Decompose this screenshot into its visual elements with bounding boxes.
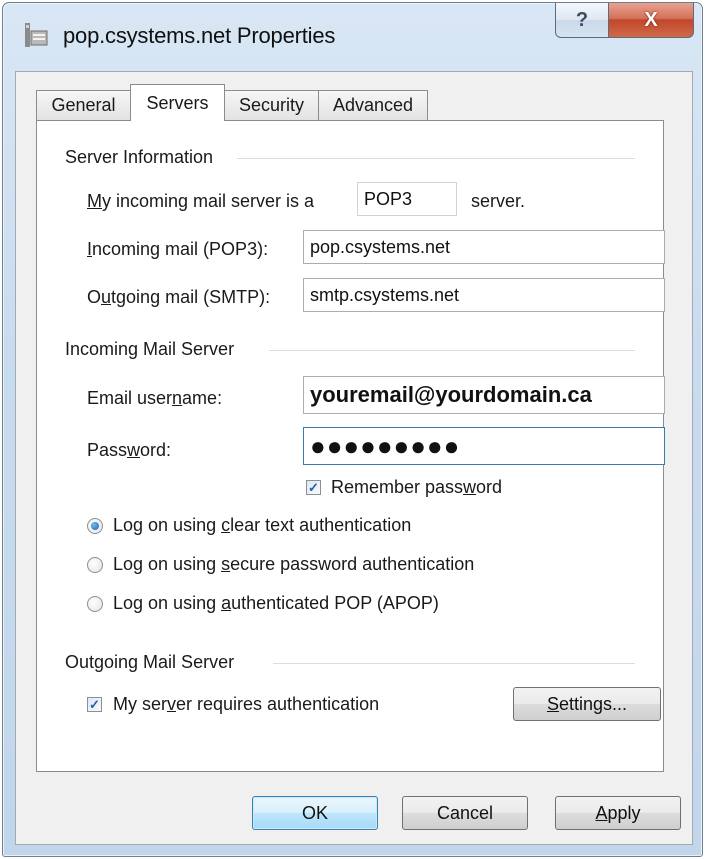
- checkmark-icon: ✓: [308, 480, 319, 495]
- password-label-mnemonic: w: [127, 440, 141, 460]
- tab-security-label: Security: [238, 95, 305, 115]
- server-type-label-text: y incoming mail server is a: [102, 191, 315, 211]
- server-type-label: My incoming mail server is a: [87, 191, 314, 212]
- tab-servers-label: Servers: [146, 92, 209, 113]
- clear-text-auth-label-start: Log on using: [113, 515, 222, 535]
- outgoing-server-label: Outgoing mail (SMTP):: [87, 287, 270, 308]
- requires-auth-label[interactable]: My server requires authentication: [113, 694, 379, 715]
- server-information-divider: [237, 158, 635, 159]
- server-type-label-mnemonic: M: [87, 191, 102, 211]
- close-button[interactable]: X: [609, 3, 694, 38]
- secure-password-auth-radio[interactable]: [87, 557, 103, 573]
- email-username-label-text: ame:: [182, 388, 223, 408]
- secure-password-auth-label-start: Log on using: [113, 554, 222, 574]
- password-label: Password:: [87, 440, 171, 461]
- email-username-label-start: Email user: [87, 388, 173, 408]
- email-username-label-mnemonic: n: [172, 388, 183, 408]
- remember-password-label[interactable]: Remember password: [331, 477, 502, 498]
- server-type-suffix: server.: [471, 191, 526, 211]
- help-button[interactable]: ?: [555, 3, 609, 38]
- email-username-input[interactable]: youremail@yourdomain.ca: [303, 376, 665, 414]
- requires-auth-checkbox[interactable]: ✓: [87, 697, 102, 712]
- apply-button[interactable]: Apply: [555, 796, 681, 830]
- incoming-server-label: Incoming mail (POP3):: [87, 239, 268, 260]
- apop-auth-label-text: uthenticated POP (APOP): [231, 593, 439, 613]
- server-type-field: POP3: [357, 182, 457, 216]
- clear-text-auth-radio[interactable]: [87, 518, 103, 534]
- settings-button-mnemonic: S: [546, 693, 559, 714]
- incoming-mail-server-heading: Incoming Mail Server: [65, 339, 235, 359]
- outgoing-server-input[interactable]: smtp.csystems.net: [303, 278, 665, 312]
- password-label-text: ord:: [140, 440, 172, 460]
- settings-button-label-text: ttings...: [569, 693, 628, 714]
- outgoing-mail-server-heading: Outgoing Mail Server: [65, 652, 235, 672]
- remember-password-label-mnemonic: w: [463, 477, 477, 497]
- dialog-client-area: General Servers Security Advanced Server…: [15, 71, 693, 845]
- apop-auth-label[interactable]: Log on using authenticated POP (APOP): [113, 593, 439, 614]
- password-label-start: Pass: [87, 440, 128, 460]
- help-icon: ?: [575, 8, 589, 31]
- checkmark-icon: ✓: [89, 697, 100, 712]
- apply-button-mnemonic: A: [595, 802, 608, 823]
- properties-dialog: pop.csystems.net Properties ? X General …: [2, 2, 703, 857]
- properties-window-icon: [25, 23, 48, 47]
- settings-button[interactable]: Se ttings...: [513, 687, 661, 721]
- tab-advanced[interactable]: Advanced: [318, 90, 428, 120]
- outgoing-server-label-start: O: [87, 287, 102, 307]
- password-input[interactable]: ●●●●●●●●●: [303, 427, 665, 465]
- secure-password-auth-label-text: ecure password authentication: [230, 554, 475, 574]
- incoming-mail-server-divider: [269, 350, 635, 351]
- clear-text-auth-label-text: lear text authentication: [230, 515, 412, 535]
- remember-password-label-start: Remember pass: [331, 477, 464, 497]
- apop-auth-label-start: Log on using: [113, 593, 222, 613]
- secure-password-auth-label[interactable]: Log on using secure password authenticat…: [113, 554, 474, 575]
- window-title: pop.csystems.net Properties: [63, 23, 336, 48]
- requires-auth-label-mnemonic: v: [167, 694, 176, 714]
- cancel-button[interactable]: Cancel: [402, 796, 528, 830]
- incoming-server-input[interactable]: pop.csystems.net: [303, 230, 665, 264]
- email-username-label: Email username:: [87, 388, 222, 409]
- tab-general[interactable]: General: [36, 90, 131, 120]
- outgoing-server-label-text: tgoing mail (SMTP):: [111, 287, 271, 307]
- requires-auth-label-text: er requires authentication: [176, 694, 380, 714]
- outgoing-mail-server-divider: [273, 663, 635, 664]
- close-icon: X: [644, 8, 658, 31]
- incoming-server-label-text: ncoming mail (POP3):: [92, 239, 269, 259]
- server-information-heading: Server Information: [65, 147, 214, 167]
- remember-password-label-text: ord: [476, 477, 503, 497]
- settings-button-label-middle: e: [558, 693, 569, 714]
- apop-auth-radio[interactable]: [87, 596, 103, 612]
- secure-password-auth-label-mnemonic: s: [221, 554, 231, 574]
- apply-button-label-text: pply: [607, 802, 641, 823]
- remember-password-checkbox[interactable]: ✓: [306, 480, 321, 495]
- tab-servers[interactable]: Servers: [130, 84, 225, 121]
- ok-button[interactable]: OK: [252, 796, 378, 830]
- requires-auth-label-start: My ser: [113, 694, 167, 714]
- apop-auth-label-mnemonic: a: [221, 593, 232, 613]
- outgoing-server-label-mnemonic: u: [101, 287, 112, 307]
- servers-tab-panel: Server Information My incoming mail serv…: [36, 120, 665, 772]
- clear-text-auth-label-mnemonic: c: [221, 515, 231, 535]
- tab-security[interactable]: Security: [224, 90, 319, 120]
- clear-text-auth-label[interactable]: Log on using clear text authentication: [113, 515, 411, 536]
- tab-general-label: General: [51, 95, 116, 115]
- tab-advanced-label: Advanced: [332, 95, 414, 115]
- caption-buttons: ? X: [555, 3, 694, 39]
- title-bar[interactable]: pop.csystems.net Properties ? X: [3, 3, 702, 71]
